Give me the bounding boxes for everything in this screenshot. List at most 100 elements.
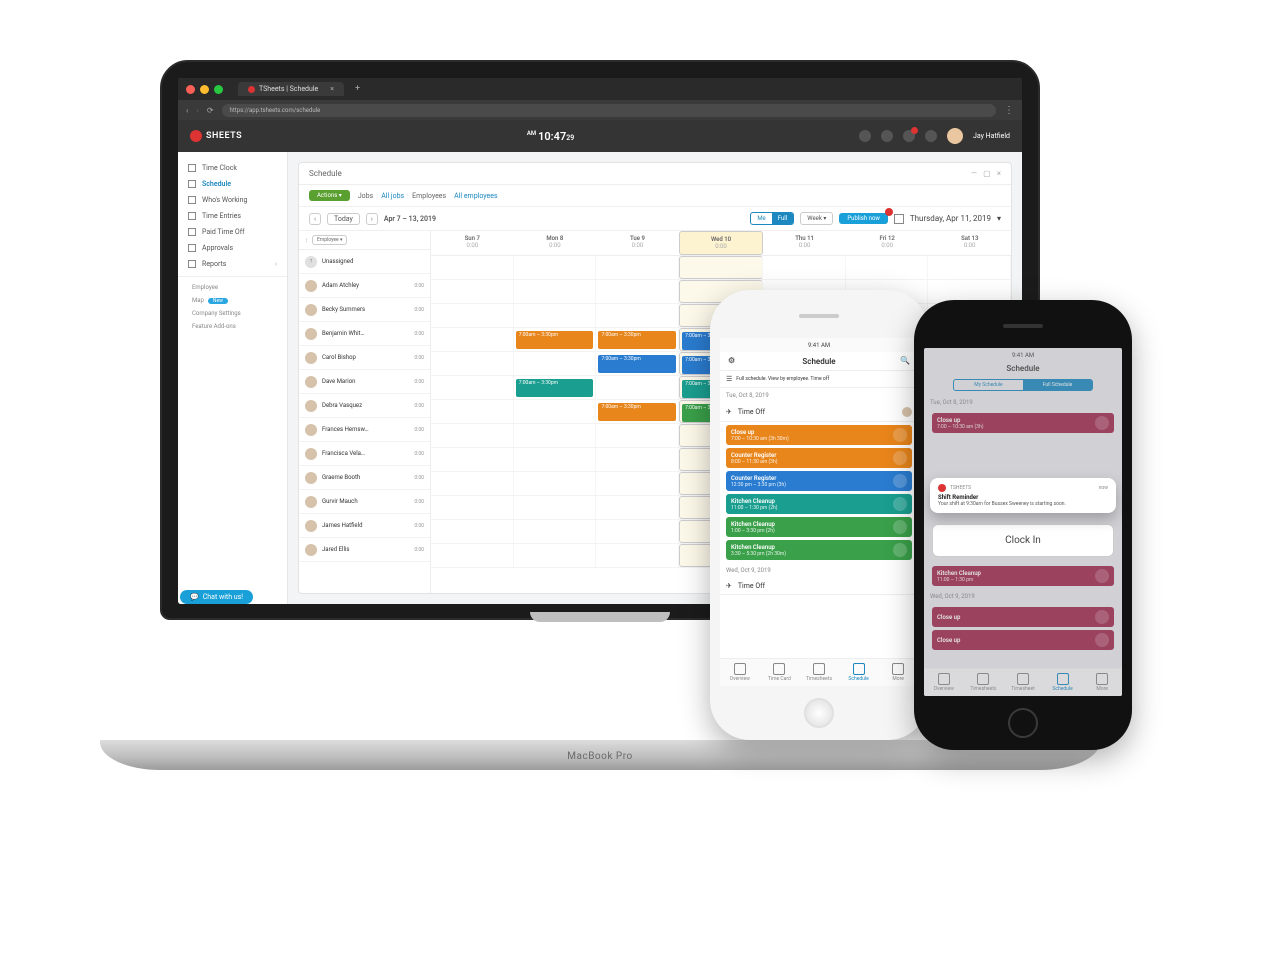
employee-row[interactable]: Carol Bishop0:00: [299, 346, 430, 370]
schedule-cell[interactable]: 7:00am – 3:30pm: [596, 352, 679, 375]
tab-close-icon[interactable]: ×: [330, 85, 334, 93]
next-range-button[interactable]: ›: [366, 213, 378, 225]
schedule-cell[interactable]: [431, 376, 514, 399]
schedule-cell[interactable]: [846, 256, 929, 279]
shift-card[interactable]: Close up: [932, 607, 1114, 627]
back-icon[interactable]: ‹: [186, 106, 188, 115]
schedule-cell[interactable]: [431, 424, 514, 447]
shift-block[interactable]: 7:00am – 3:30pm: [516, 379, 594, 397]
employee-row[interactable]: Gurvir Mauch0:00: [299, 490, 430, 514]
schedule-cell[interactable]: [514, 424, 597, 447]
shift-card[interactable]: Close up: [932, 630, 1114, 650]
schedule-cell[interactable]: [514, 472, 597, 495]
search-icon[interactable]: 🔍: [900, 356, 910, 366]
employee-row[interactable]: Debra Vasquez0:00: [299, 394, 430, 418]
sidebar-sub-company[interactable]: Company Settings: [178, 307, 287, 320]
shift-block[interactable]: 7:00am – 3:30pm: [516, 331, 594, 349]
schedule-cell[interactable]: [596, 544, 679, 567]
sidebar-item-approvals[interactable]: Approvals: [178, 240, 287, 256]
tab-overview[interactable]: Overview: [720, 659, 760, 686]
schedule-cell[interactable]: 7:00am – 3:30pm: [514, 328, 597, 351]
view-scope-toggle[interactable]: Me Full: [750, 212, 794, 225]
employee-row[interactable]: James Hatfield0:00: [299, 514, 430, 538]
schedule-cell[interactable]: 7:00am – 3:30pm: [596, 400, 679, 423]
tab-timecard[interactable]: Time Card: [760, 659, 800, 686]
schedule-cell[interactable]: [431, 352, 514, 375]
schedule-cell[interactable]: [679, 256, 763, 279]
schedule-cell[interactable]: [514, 256, 597, 279]
tab-more[interactable]: More: [878, 659, 918, 686]
home-button[interactable]: [1008, 708, 1038, 738]
schedule-cell[interactable]: [431, 256, 514, 279]
browser-tab[interactable]: TSheets | Schedule ×: [238, 82, 344, 96]
tab-overview[interactable]: Overview: [924, 669, 964, 696]
schedule-cell[interactable]: [514, 496, 597, 519]
traffic-light-min[interactable]: [200, 85, 209, 94]
sidebar-item-time-clock[interactable]: Time Clock: [178, 160, 287, 176]
sidebar-item-schedule[interactable]: Schedule: [178, 176, 287, 192]
schedule-cell[interactable]: [514, 352, 597, 375]
schedule-cell[interactable]: [928, 256, 1011, 279]
employee-row[interactable]: Becky Summers0:00: [299, 298, 430, 322]
granularity-select[interactable]: Week ▾: [800, 212, 833, 225]
schedule-cell[interactable]: [596, 520, 679, 543]
schedule-cell[interactable]: [514, 280, 597, 303]
timeoff-row-2[interactable]: ✈ Time Off: [720, 578, 918, 595]
browser-menu-icon[interactable]: ⋮: [1004, 105, 1014, 116]
tab-timesheet[interactable]: Timesheet: [1003, 669, 1043, 696]
schedule-cell[interactable]: 7:00am – 3:30pm: [596, 328, 679, 351]
shift-block[interactable]: 7:00am – 3:30pm: [598, 355, 676, 373]
tab-timesheets[interactable]: Timesheets: [964, 669, 1004, 696]
settings-icon[interactable]: [859, 130, 871, 142]
schedule-cell[interactable]: [596, 472, 679, 495]
schedule-cell[interactable]: [431, 496, 514, 519]
schedule-cell[interactable]: [514, 448, 597, 471]
sort-select[interactable]: Employee ▾: [312, 235, 347, 245]
unassigned-row[interactable]: ? Unassigned: [299, 250, 430, 274]
sidebar-item-reports[interactable]: Reports›: [178, 256, 287, 272]
publish-button[interactable]: Publish now: [839, 213, 888, 224]
apps-icon[interactable]: [925, 130, 937, 142]
schedule-cell[interactable]: [596, 304, 679, 327]
employee-row[interactable]: Jared Ellis0:00: [299, 538, 430, 562]
panel-minimize-icon[interactable]: —: [971, 169, 977, 178]
employee-row[interactable]: Francisca Vela…0:00: [299, 442, 430, 466]
help-icon[interactable]: [881, 130, 893, 142]
schedule-cell[interactable]: [596, 280, 679, 303]
shift-block[interactable]: 7:00am – 3:30pm: [598, 331, 676, 349]
schedule-cell[interactable]: [514, 544, 597, 567]
shift-card[interactable]: Kitchen Cleanup1:00 – 3:30 pm (2h): [726, 517, 912, 537]
schedule-cell[interactable]: [431, 280, 514, 303]
sidebar-item-pto[interactable]: Paid Time Off: [178, 224, 287, 240]
employee-row[interactable]: Graeme Booth0:00: [299, 466, 430, 490]
app-logo[interactable]: SHEETS: [190, 130, 242, 142]
schedule-cell[interactable]: [596, 496, 679, 519]
seg-me[interactable]: Me: [751, 213, 771, 224]
traffic-light-max[interactable]: [214, 85, 223, 94]
shift-card[interactable]: Kitchen Cleanup11:00 – 1:30 pm: [932, 566, 1114, 586]
prev-range-button[interactable]: ‹: [309, 213, 321, 225]
date-picker[interactable]: Thursday, Apr 11, 2019 ▾: [894, 214, 1001, 224]
settings-icon[interactable]: ⚙: [728, 356, 738, 366]
schedule-cell[interactable]: [431, 520, 514, 543]
panel-close-icon[interactable]: ×: [997, 169, 1001, 178]
schedule-cell[interactable]: [514, 520, 597, 543]
tab-timesheets[interactable]: Timesheets: [799, 659, 839, 686]
sidebar-item-time-entries[interactable]: Time Entries: [178, 208, 287, 224]
schedule-cell[interactable]: [431, 400, 514, 423]
user-avatar[interactable]: [947, 128, 963, 144]
employee-row[interactable]: Adam Atchley0:00: [299, 274, 430, 298]
schedule-cell[interactable]: [596, 448, 679, 471]
schedule-scope-toggle[interactable]: My Schedule Full Schedule: [953, 379, 1093, 391]
notifications-icon[interactable]: [903, 130, 915, 142]
sidebar-sub-map[interactable]: MapNew: [178, 294, 287, 307]
schedule-cell[interactable]: [763, 256, 846, 279]
schedule-cell[interactable]: 7:00am – 3:30pm: [514, 376, 597, 399]
timeoff-row[interactable]: ✈ Time Off: [720, 403, 918, 422]
url-bar[interactable]: https://app.tsheets.com/schedule: [222, 104, 996, 117]
filter-all-employees[interactable]: All employees: [454, 192, 497, 200]
schedule-cell[interactable]: [596, 424, 679, 447]
shift-card[interactable]: Kitchen Cleanup11:00 – 1:30 pm (2h): [726, 494, 912, 514]
shift-card[interactable]: Close up7:00 – 10:30 am (3h): [932, 413, 1114, 433]
new-tab-button[interactable]: +: [355, 84, 360, 94]
